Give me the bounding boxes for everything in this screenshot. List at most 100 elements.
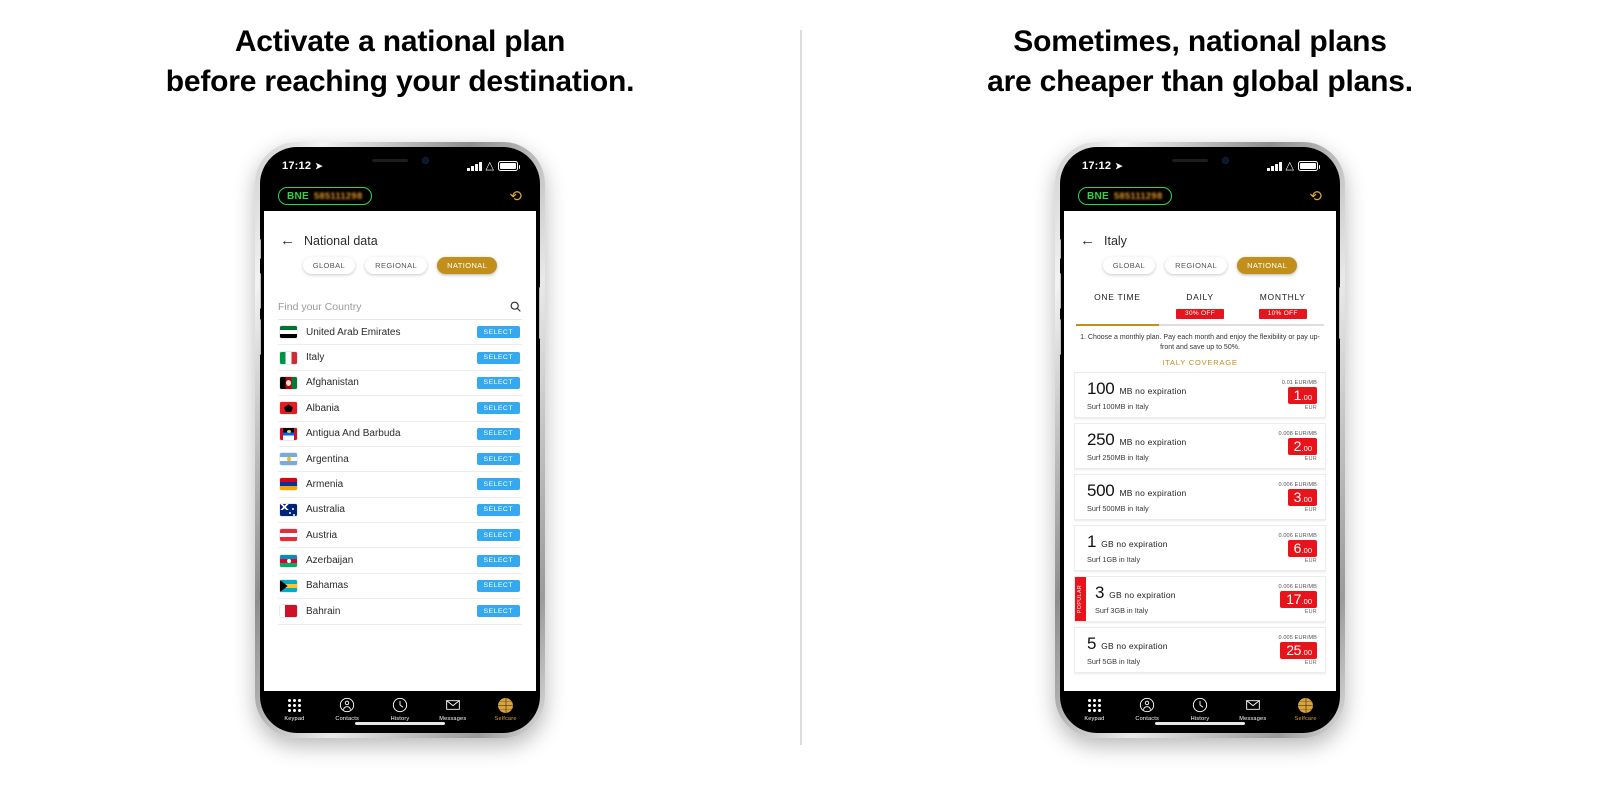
plan-card-list[interactable]: 100 MB no expiration Surf 100MB in Italy 0.… — [1074, 372, 1326, 691]
select-button[interactable]: SELECT — [476, 478, 520, 491]
plan-unit-rate: 0.006 EUR/MB — [1278, 481, 1317, 488]
country-row[interactable]: Australia SELECT — [278, 498, 522, 523]
back-arrow-icon[interactable]: ← — [1080, 233, 1095, 248]
power-button[interactable] — [1339, 287, 1340, 339]
country-flag-icon — [280, 453, 297, 466]
plan-price-integer: 25 — [1286, 641, 1302, 658]
page-title: Italy — [1104, 233, 1127, 248]
plan-card[interactable]: POPULAR 3 GB no expiration Surf 3GB in Ital… — [1074, 576, 1326, 623]
plan-unit-rate: 0.008 EUR/MB — [1278, 430, 1317, 437]
tab-keypad[interactable]: Keypad — [268, 697, 321, 722]
country-row[interactable]: United Arab Emirates SELECT — [278, 320, 522, 346]
plan-tab-one-time[interactable]: ONE TIME0 — [1076, 292, 1159, 326]
select-button[interactable]: SELECT — [476, 453, 520, 466]
country-row[interactable]: Argentina SELECT — [278, 447, 522, 473]
select-button[interactable]: SELECT — [476, 351, 520, 364]
plan-data-amount: 3 — [1095, 583, 1105, 603]
country-row[interactable]: Italy SELECT — [278, 345, 522, 371]
chip-national[interactable]: NATIONAL — [437, 257, 498, 274]
plan-card[interactable]: 250 MB no expiration Surf 250MB in Italy 0.… — [1074, 423, 1326, 470]
country-search[interactable]: Find your Country — [278, 300, 522, 320]
plan-description: Surf 100MB in Italy — [1087, 402, 1149, 412]
tab-icon-wrap — [1192, 697, 1208, 714]
select-button[interactable]: SELECT — [476, 402, 520, 415]
plan-card[interactable]: 100 MB no expiration Surf 100MB in Italy 0.… — [1074, 372, 1326, 419]
status-bar: 17:12 ➤ △ — [264, 151, 536, 181]
search-input[interactable]: Find your Country — [278, 301, 361, 313]
refresh-icon[interactable]: ⟲ — [509, 189, 522, 204]
country-flag-icon — [280, 326, 297, 339]
tab-label: Selfcare — [1294, 715, 1317, 722]
country-list[interactable]: United Arab Emirates SELECT Italy SELECT Afg… — [278, 320, 522, 691]
tab-selfcare[interactable]: Selfcare — [1279, 697, 1332, 722]
select-button[interactable]: SELECT — [476, 529, 520, 542]
carrier-badge[interactable]: BNE 585111298 — [1078, 187, 1172, 205]
select-button[interactable]: SELECT — [476, 376, 520, 389]
tab-history[interactable]: History — [374, 697, 427, 722]
tab-selfcare[interactable]: Selfcare — [479, 697, 532, 722]
chip-global[interactable]: GLOBAL — [1102, 257, 1156, 274]
country-row[interactable]: Afghanistan SELECT — [278, 371, 522, 397]
scope-chip-group: GLOBAL REGIONAL NATIONAL — [264, 248, 536, 274]
plan-description: Surf 500MB in Italy — [1087, 504, 1149, 514]
country-row[interactable]: Armenia SELECT — [278, 472, 522, 498]
volume-up-button[interactable] — [260, 273, 261, 309]
country-row[interactable]: Austria SELECT — [278, 523, 522, 549]
back-arrow-icon[interactable]: ← — [280, 233, 295, 248]
plan-card[interactable]: 1 GB no expiration Surf 1GB in Italy 0.006 … — [1074, 525, 1326, 572]
nav-row: ← Italy — [1064, 211, 1336, 248]
country-row[interactable]: Albania SELECT — [278, 396, 522, 422]
tab-messages[interactable]: Messages — [1226, 697, 1279, 722]
select-button[interactable]: SELECT — [476, 605, 520, 618]
volume-down-button[interactable] — [1060, 319, 1061, 355]
tab-contacts[interactable]: Contacts — [1121, 697, 1174, 722]
plan-data-amount: 5 — [1087, 634, 1097, 654]
plan-card[interactable]: 5 GB no expiration Surf 5GB in Italy 0.005 … — [1074, 627, 1326, 674]
plan-card[interactable]: 500 MB no expiration Surf 500MB in Italy 0.… — [1074, 474, 1326, 521]
refresh-icon[interactable]: ⟲ — [1309, 189, 1322, 204]
plan-tab-label: MONTHLY — [1259, 292, 1306, 302]
tab-label: Contacts — [335, 715, 360, 722]
tab-messages[interactable]: Messages — [426, 697, 479, 722]
front-camera-icon — [1221, 157, 1229, 164]
carrier-badge[interactable]: BNE 585111298 — [278, 187, 372, 205]
country-flag-icon — [280, 351, 297, 364]
tab-keypad[interactable]: Keypad — [1068, 697, 1121, 722]
volume-down-button[interactable] — [260, 319, 261, 355]
country-row[interactable]: Antigua And Barbuda SELECT — [278, 422, 522, 447]
volume-up-button[interactable] — [1060, 273, 1061, 309]
home-indicator[interactable] — [1155, 722, 1245, 725]
mute-switch[interactable] — [260, 239, 261, 259]
plan-details: 250 MB no expiration Surf 250MB in Italy — [1087, 430, 1278, 462]
mute-switch[interactable] — [1060, 239, 1061, 259]
select-button[interactable]: SELECT — [476, 503, 520, 516]
select-button[interactable]: SELECT — [476, 579, 520, 592]
select-button[interactable]: SELECT — [476, 427, 520, 440]
country-row[interactable]: Azerbaijan SELECT — [278, 548, 522, 574]
select-button[interactable]: SELECT — [476, 326, 520, 339]
plan-data-unit: GB no expiration — [1101, 641, 1168, 652]
plan-details: 100 MB no expiration Surf 100MB in Italy — [1087, 379, 1282, 411]
tab-icon-wrap — [339, 697, 355, 714]
country-row[interactable]: Bahamas SELECT — [278, 574, 522, 600]
carrier-number: 585111298 — [314, 191, 363, 201]
chip-regional[interactable]: REGIONAL — [365, 257, 428, 274]
tab-icon-wrap — [1139, 697, 1155, 714]
country-row[interactable]: Bahrain SELECT — [278, 599, 522, 625]
home-indicator[interactable] — [355, 722, 445, 725]
search-icon[interactable] — [509, 300, 522, 313]
plan-price-tag: 1.00 — [1287, 386, 1317, 404]
chip-regional[interactable]: REGIONAL — [1165, 257, 1228, 274]
tab-contacts[interactable]: Contacts — [321, 697, 374, 722]
select-button[interactable]: SELECT — [476, 554, 520, 567]
chip-global[interactable]: GLOBAL — [302, 257, 356, 274]
tab-history[interactable]: History — [1174, 697, 1227, 722]
plan-tab-monthly[interactable]: MONTHLY 10% OFF — [1241, 292, 1325, 326]
country-flag-icon — [280, 554, 297, 567]
tab-icon-wrap — [287, 697, 301, 714]
plan-description: Surf 5GB in Italy — [1087, 657, 1141, 667]
plan-tab-daily[interactable]: DAILY 30% OFF — [1158, 292, 1242, 326]
chip-national[interactable]: NATIONAL — [1237, 257, 1298, 274]
country-name: Afghanistan — [306, 377, 359, 389]
power-button[interactable] — [539, 287, 540, 339]
